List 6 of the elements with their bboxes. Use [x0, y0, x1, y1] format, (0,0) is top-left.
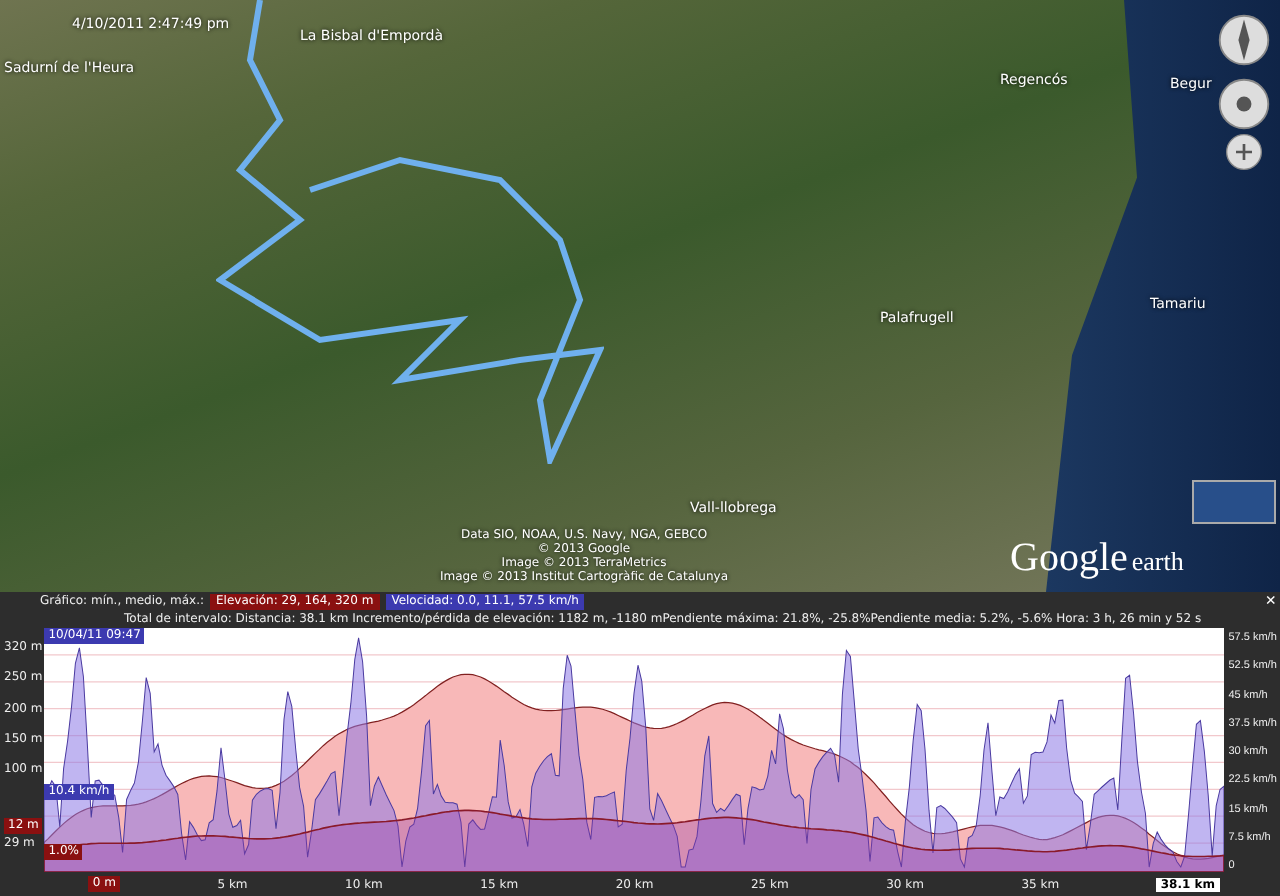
logo-text: Googleearth	[1010, 536, 1184, 584]
overview-map	[1192, 480, 1276, 524]
compass-icon[interactable]	[1216, 12, 1272, 68]
zoom-control-icon[interactable]	[1224, 132, 1264, 172]
pan-control-icon[interactable]	[1216, 76, 1272, 132]
close-button[interactable]: ×	[1265, 592, 1276, 610]
